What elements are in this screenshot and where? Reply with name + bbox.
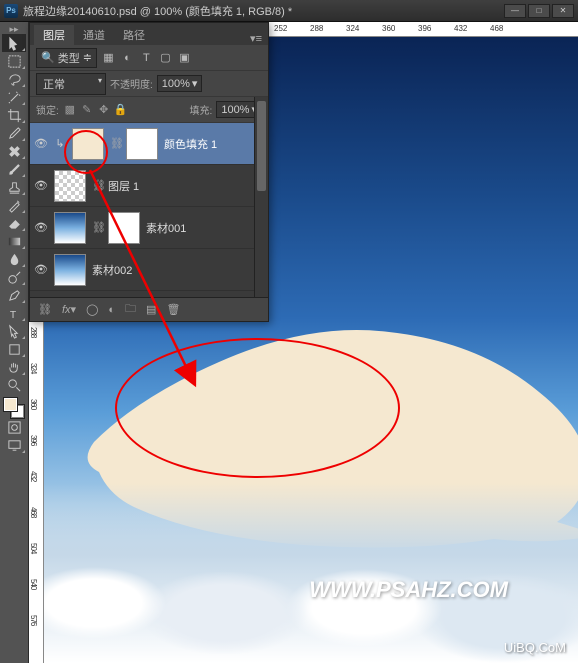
filter-shape-icon[interactable]: ▢ — [158, 50, 173, 65]
layer-name[interactable]: 颜色填充 1 — [164, 136, 217, 152]
heal-tool[interactable] — [2, 142, 26, 160]
quickmask-toggle[interactable] — [2, 418, 26, 436]
marquee-tool[interactable] — [2, 52, 26, 70]
layer-row[interactable]: 👁 ⛓ 素材001 — [30, 207, 268, 249]
lock-pixels-icon[interactable]: ✎ — [80, 103, 94, 117]
layer-thumb[interactable] — [54, 170, 86, 202]
link-layers-icon[interactable]: ⛓ — [38, 303, 52, 316]
stamp-tool[interactable] — [2, 178, 26, 196]
foreground-color[interactable] — [4, 398, 17, 411]
blend-mode-select[interactable]: 正常 — [36, 73, 106, 95]
mask-icon[interactable]: ◯ — [86, 303, 98, 316]
panel-footer: ⛓ fx▾ ◯ ◐ 🗀 ▤ 🗑 — [30, 297, 268, 321]
filter-smart-icon[interactable]: ▣ — [177, 50, 192, 65]
visibility-icon[interactable]: 👁 — [34, 137, 48, 150]
minimize-button[interactable]: — — [504, 4, 526, 18]
annotation-circle — [64, 130, 108, 174]
fill-label: 填充: — [190, 102, 213, 117]
layer-row[interactable]: 👁 ⛓ 图层 1 — [30, 165, 268, 207]
mask-thumb[interactable] — [126, 128, 158, 160]
type-tool[interactable]: T — [2, 304, 26, 322]
screenmode-toggle[interactable] — [2, 436, 26, 454]
history-brush-tool[interactable] — [2, 196, 26, 214]
layer-thumb[interactable] — [54, 254, 86, 286]
path-select-tool[interactable] — [2, 322, 26, 340]
blur-tool[interactable] — [2, 250, 26, 268]
tab-channels[interactable]: 通道 — [74, 25, 114, 45]
color-swatches[interactable] — [4, 398, 24, 418]
maximize-button[interactable]: □ — [528, 4, 550, 18]
mask-thumb[interactable] — [108, 212, 140, 244]
visibility-icon[interactable]: 👁 — [34, 221, 48, 234]
lasso-tool[interactable] — [2, 70, 26, 88]
layer-thumb[interactable] — [54, 212, 86, 244]
link-icon[interactable]: ⛓ — [110, 137, 120, 150]
crop-tool[interactable] — [2, 106, 26, 124]
dodge-tool[interactable] — [2, 268, 26, 286]
panel-menu-icon[interactable]: ▾≡ — [244, 32, 268, 45]
eraser-tool[interactable] — [2, 214, 26, 232]
group-icon[interactable]: 🗀 — [125, 300, 136, 319]
watermark-text: WWW.PSAHZ.COM — [309, 577, 508, 603]
layer-name[interactable]: 素材001 — [146, 220, 186, 236]
lock-transparent-icon[interactable]: ▩ — [63, 103, 77, 117]
shape-tool[interactable] — [2, 340, 26, 358]
toolbox-collapse[interactable]: ▸▸ — [9, 24, 18, 34]
eyedropper-tool[interactable] — [2, 124, 26, 142]
svg-text:T: T — [9, 310, 16, 321]
toolbox: ▸▸ T — [0, 22, 29, 663]
layer-filter-kind[interactable]: 🔍 类型 ≑ — [36, 48, 97, 68]
filter-pixel-icon[interactable]: ▦ — [101, 50, 116, 65]
visibility-icon[interactable]: 👁 — [34, 179, 48, 192]
opacity-input[interactable]: 100% ▾ — [157, 75, 203, 92]
titlebar: Ps 旅程边缘20140610.psd @ 100% (颜色填充 1, RGB/… — [0, 0, 578, 22]
brush-tool[interactable] — [2, 160, 26, 178]
lock-position-icon[interactable]: ✥ — [97, 103, 111, 117]
panel-scrollbar[interactable] — [254, 97, 268, 297]
layer-row[interactable]: 👁 素材002 — [30, 249, 268, 291]
wand-tool[interactable] — [2, 88, 26, 106]
link-icon[interactable]: ⛓ — [92, 179, 102, 192]
fx-icon[interactable]: fx▾ — [62, 303, 76, 316]
layer-name[interactable]: 素材002 — [92, 262, 132, 278]
tab-layers[interactable]: 图层 — [34, 25, 74, 45]
opacity-label: 不透明度: — [110, 76, 153, 91]
adjustment-icon[interactable]: ◐ — [108, 304, 115, 316]
close-button[interactable]: ✕ — [552, 4, 574, 18]
watermark-secondary: UiBQ.CoM — [504, 640, 566, 655]
panel-tabs: 图层 通道 路径 ▾≡ — [30, 23, 268, 45]
trash-icon[interactable]: 🗑 — [166, 303, 180, 316]
ps-logo: Ps — [4, 4, 18, 18]
pen-tool[interactable] — [2, 286, 26, 304]
move-tool[interactable] — [2, 34, 26, 52]
hand-tool[interactable] — [2, 358, 26, 376]
gradient-tool[interactable] — [2, 232, 26, 250]
layers-panel: 图层 通道 路径 ▾≡ 🔍 类型 ≑ ▦ ◐ T ▢ ▣ 正常 不透明度: 10… — [29, 22, 269, 322]
zoom-tool[interactable] — [2, 376, 26, 394]
document-title: 旅程边缘20140610.psd @ 100% (颜色填充 1, RGB/8) … — [23, 3, 504, 19]
tab-paths[interactable]: 路径 — [114, 25, 154, 45]
new-layer-icon[interactable]: ▤ — [146, 303, 156, 316]
filter-type-icon[interactable]: T — [139, 50, 154, 65]
lock-label: 锁定: — [36, 102, 59, 117]
filter-adjust-icon[interactable]: ◐ — [120, 50, 135, 65]
link-icon[interactable]: ⛓ — [92, 221, 102, 234]
annotation-ellipse — [115, 338, 400, 478]
visibility-icon[interactable]: 👁 — [34, 263, 48, 276]
clouds — [44, 483, 578, 663]
layer-name[interactable]: 图层 1 — [108, 178, 139, 194]
lock-all-icon[interactable]: 🔒 — [114, 103, 128, 117]
